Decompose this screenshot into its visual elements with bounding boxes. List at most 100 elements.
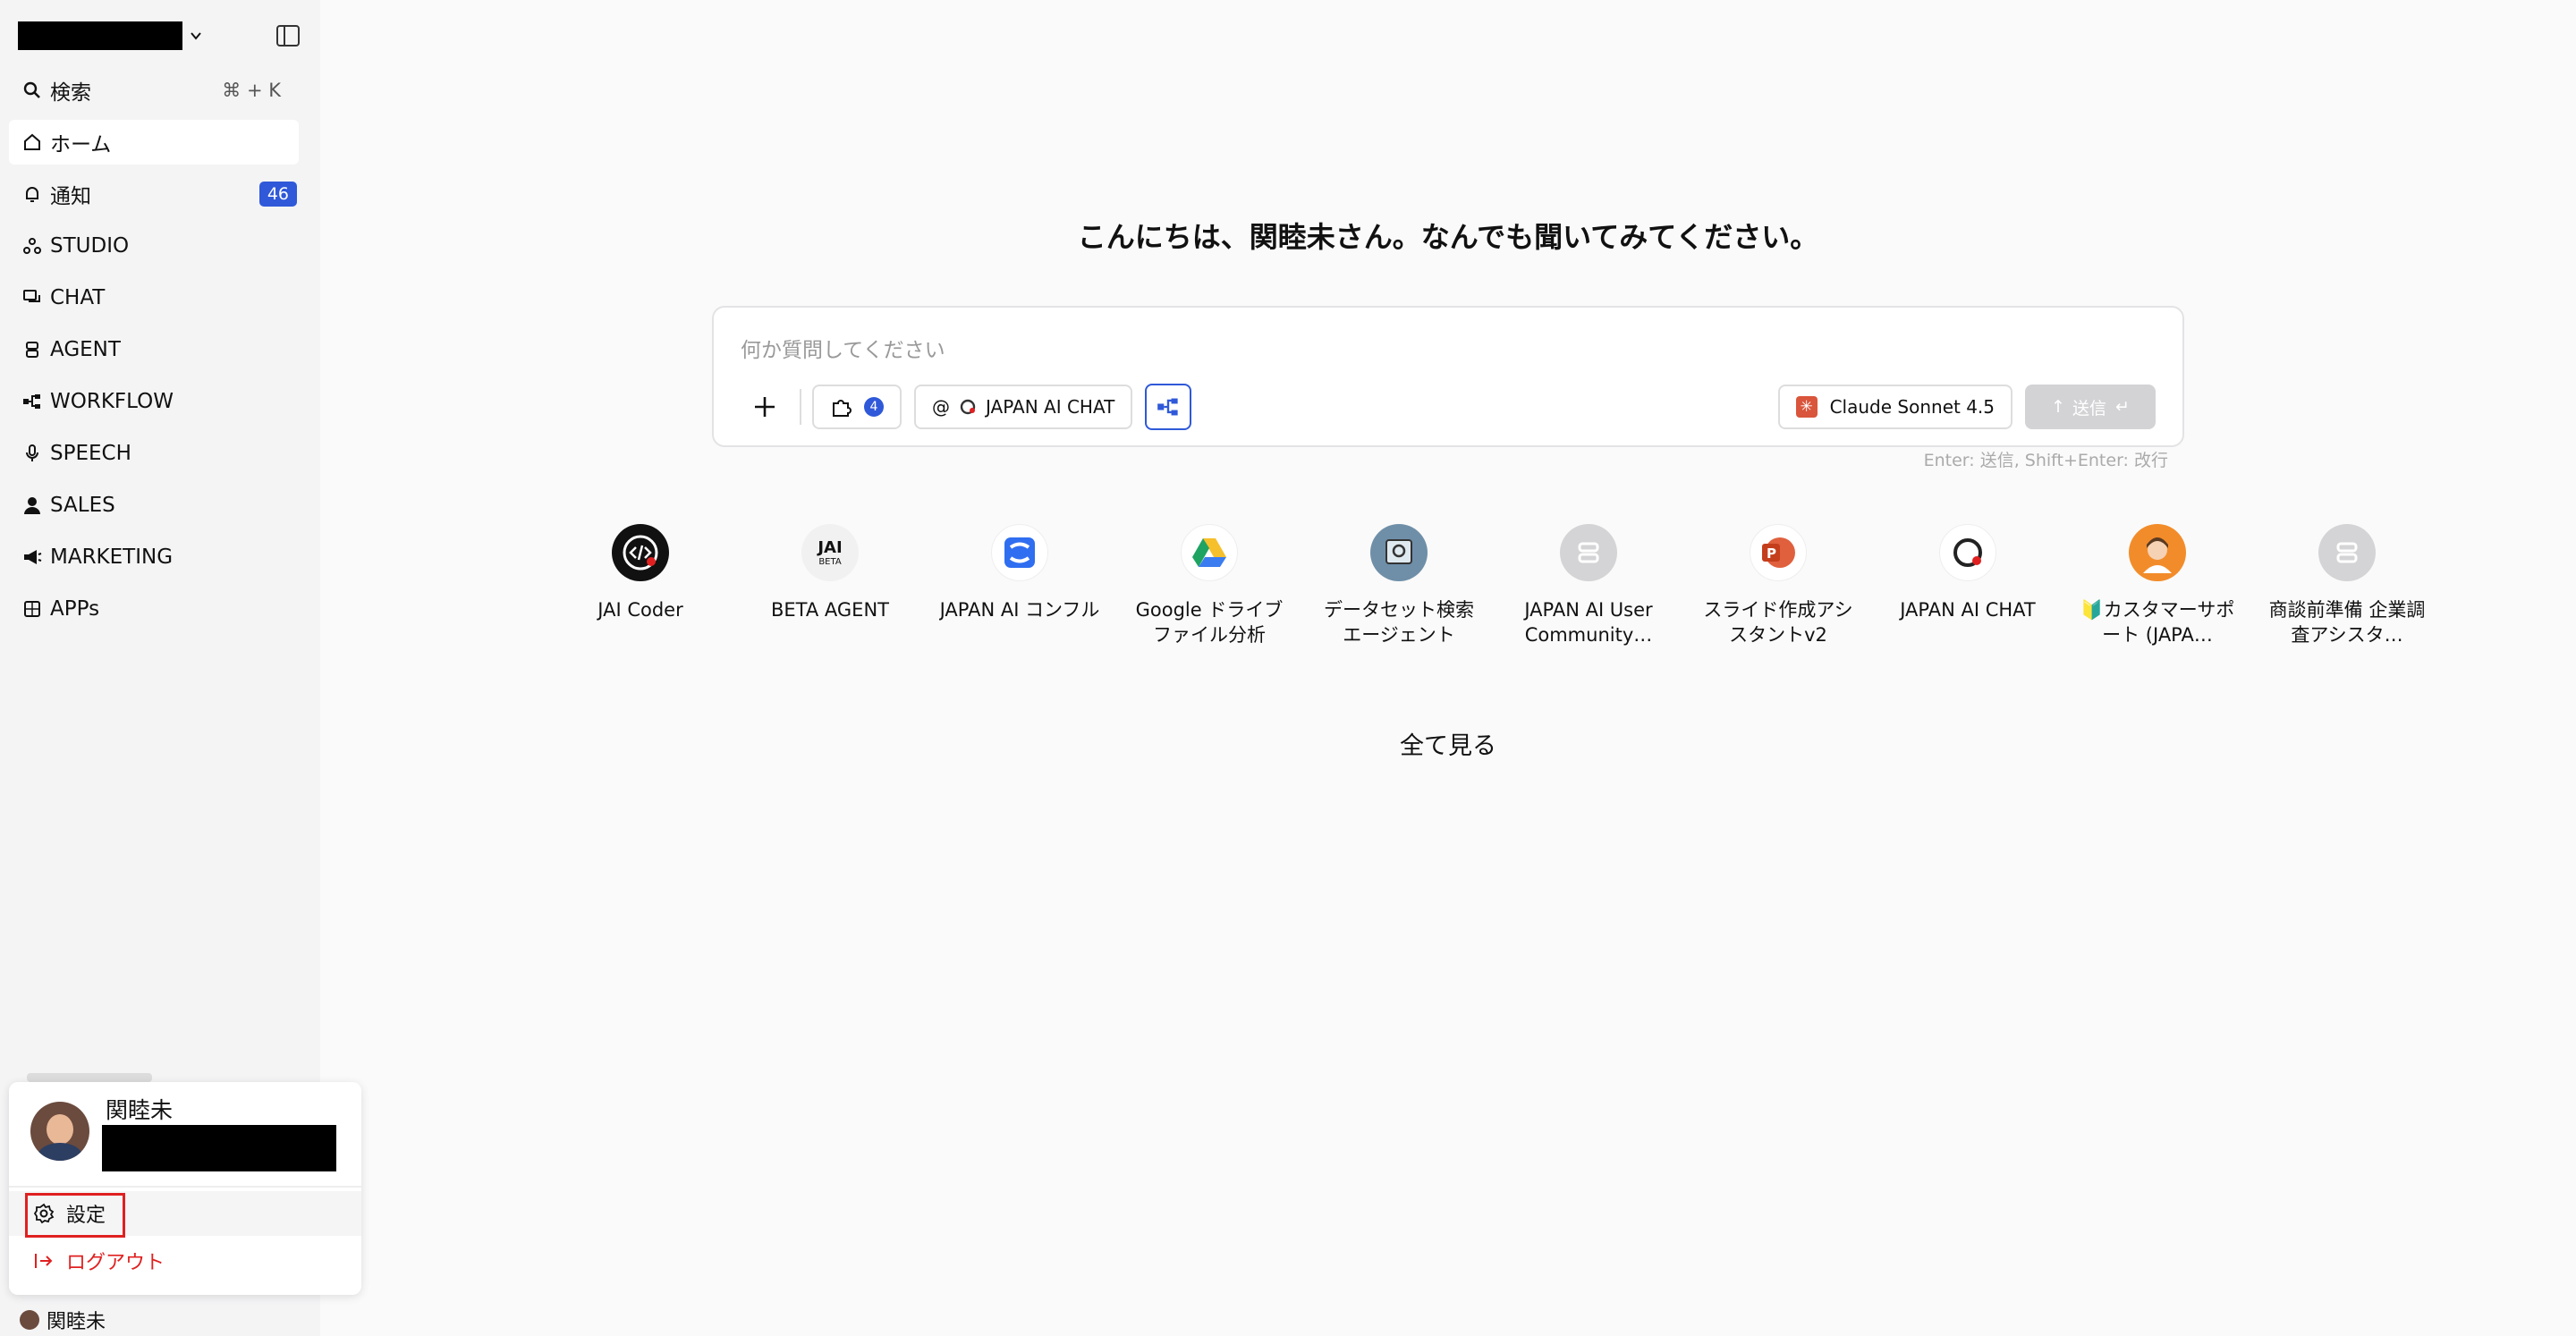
logout-label: ログアウト [66,1252,165,1274]
robot-icon [1560,524,1617,581]
agent-label: JAI Coder [597,599,683,621]
workspace-name-redacted [18,21,182,50]
agent-label: 🔰カスタマーサポート (JAPA… [2080,599,2235,646]
send-label: 送信 [2072,398,2106,419]
agent-shortcuts: JAI Coder JAI BETA BETA AGENT JAPAN AI コン… [546,524,2442,647]
send-button[interactable]: ↑ 送信 ↵ [2025,385,2156,429]
agent-label: JAPAN AI User Community… [1524,599,1653,646]
chevron-down-icon [191,32,201,40]
greeting-heading: こんにちは、関睦未さん。なんでも聞いてみてください。 [1077,220,1819,254]
enter-key-icon: ↵ [2115,397,2130,417]
menu-divider [9,1186,361,1188]
agent-label: データセット検索エージェント [1324,599,1474,646]
agent-card[interactable]: JAI Coder [546,524,735,647]
jai-beta-icon: JAI BETA [801,524,859,581]
sidebar-toggle-icon[interactable] [274,21,302,50]
sidebar-item-label: ホーム [50,133,112,156]
agent-card[interactable]: JAPAN AI CHAT [1873,524,2063,647]
model-label: Claude Sonnet 4.5 [1829,396,1995,418]
highlight-box [25,1193,125,1238]
support-avatar-icon [2129,524,2186,581]
agent-label: JAPAN AI コンフル [939,599,1100,621]
sidebar-item-apps[interactable]: APPs [9,587,299,631]
agent-card[interactable]: JAPAN AI User Community… [1494,524,1683,647]
sidebar-item-label: SALES [50,494,115,517]
sidebar-user-button[interactable]: 関睦未 [20,1306,106,1334]
claude-logo-icon: ✳ [1795,396,1818,418]
agent-card[interactable]: JAI BETA BETA AGENT [735,524,925,647]
obscured-sidebar-item [27,1073,152,1082]
agent-card[interactable]: データセット検索エージェント [1304,524,1494,647]
sidebar-item-chat[interactable]: CHAT [9,275,299,320]
svg-text:P: P [1767,545,1776,562]
sidebar-item-search[interactable]: 検索 ⌘ + K [9,68,299,113]
see-all-link[interactable]: 全て見る [320,726,2576,761]
agent-label: スライド作成アシスタントv2 [1703,599,1853,646]
bell-icon [21,183,43,205]
sidebar-item-workflow[interactable]: WORKFLOW [9,379,299,424]
studio-icon [21,235,43,257]
sidebar-item-label: MARKETING [50,545,174,569]
logout-icon [32,1249,55,1273]
logout-menu-item[interactable]: ログアウト [32,1247,165,1275]
chat-composer: 4 @ JAPAN AI CHAT ✳ Claude Sonnet 4.5 ↑ … [712,306,2184,447]
sidebar-nav: 検索 ⌘ + K ホーム 通知 46 STUDIO CHAT AGENT WOR… [9,68,299,638]
confluence-icon [991,524,1048,581]
plugin-count-badge: 4 [864,397,884,417]
workflow-icon [1157,398,1178,416]
workflow-mode-button[interactable] [1145,384,1192,430]
agent-label: BETA AGENT [771,599,889,621]
plugins-button[interactable]: 4 [812,385,902,429]
sidebar-item-agent[interactable]: AGENT [9,327,299,372]
sidebar-item-marketing[interactable]: MARKETING [9,535,299,579]
arrow-up-icon: ↑ [2051,397,2065,417]
agent-icon [21,339,43,360]
japan-ai-chat-icon [1939,524,1996,581]
user-name: 関睦未 [106,1097,174,1123]
search-icon [21,80,43,101]
code-icon [612,524,669,581]
sidebar-item-home[interactable]: ホーム [9,120,299,165]
powerpoint-icon: P [1750,524,1807,581]
mic-icon [21,443,43,464]
google-drive-icon [1181,524,1238,581]
chat-icon [21,287,43,309]
sidebar-item-speech[interactable]: SPEECH [9,431,299,476]
keyboard-hint: Enter: 送信, Shift+Enter: 改行 [1923,451,2168,470]
robot-icon [2318,524,2376,581]
sidebar-item-studio[interactable]: STUDIO [9,224,299,268]
mention-label: JAPAN AI CHAT [986,396,1115,418]
agent-card[interactable]: JAPAN AI コンフル [925,524,1114,647]
workspace-switcher[interactable] [16,20,302,52]
main-content: こんにちは、関睦未さん。なんでも聞いてみてください。 4 @ JAPAN AI … [320,5,2576,1336]
sidebar-item-label: CHAT [50,286,106,309]
sidebar-item-label: 検索 [50,81,91,105]
agent-card[interactable]: P スライド作成アシスタントv2 [1683,524,1873,647]
toolbar-divider [800,389,801,425]
dataset-icon [1370,524,1428,581]
sidebar-item-label: APPs [50,597,100,621]
user-email-redacted [102,1125,336,1171]
plus-icon [755,397,775,417]
workflow-icon [21,391,43,412]
sidebar-item-label: STUDIO [50,234,130,258]
agent-card[interactable]: 🔰カスタマーサポート (JAPA… [2063,524,2252,647]
agent-card[interactable]: Google ドライブファイル分析 [1114,524,1304,647]
notification-count-badge: 46 [258,182,297,207]
avatar [30,1102,89,1161]
sidebar-item-notifications[interactable]: 通知 46 [9,172,299,216]
add-attachment-button[interactable] [741,383,789,431]
sidebar-item-label: 通知 [50,185,91,208]
sidebar-item-label: AGENT [50,338,121,361]
agent-label: 商談前準備 企業調査アシスタ… [2268,599,2426,646]
shortcut-hint: ⌘ + K [222,80,281,101]
question-input[interactable] [741,334,1814,367]
model-selector[interactable]: ✳ Claude Sonnet 4.5 [1777,385,2012,429]
sidebar-item-sales[interactable]: SALES [9,483,299,528]
sidebar-item-label: SPEECH [50,442,131,465]
agent-card[interactable]: 商談前準備 企業調査アシスタ… [2252,524,2442,647]
megaphone-icon [21,546,43,568]
agent-label: Google ドライブファイル分析 [1135,599,1284,646]
mention-agent-button[interactable]: @ JAPAN AI CHAT [914,385,1133,429]
composer-right-tools: ✳ Claude Sonnet 4.5 ↑ 送信 ↵ [1777,385,2156,429]
